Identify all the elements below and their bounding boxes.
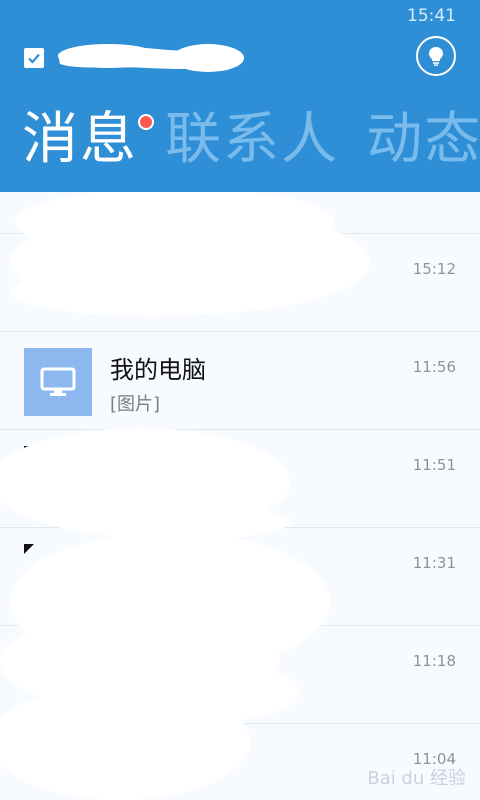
conversation-time: 11:56 [412, 358, 456, 376]
conversation-list: 15:12 我的电脑 [图片] 11:56 11:51 11:31 11:18 … [0, 192, 480, 800]
pivot-tabs: 消息 联系人 动态 [22, 104, 480, 176]
tab-contacts[interactable]: 联系人 [165, 104, 339, 176]
list-item[interactable]: 11:18 [0, 626, 480, 724]
lightbulb-icon [429, 47, 443, 66]
avatar [24, 348, 92, 416]
conversation-name: 我的电脑 [110, 356, 206, 384]
tips-button[interactable] [416, 36, 456, 76]
conversation-time: 15:12 [412, 260, 456, 278]
tab-feeds[interactable]: 动态 [366, 104, 480, 176]
check-icon [24, 48, 44, 68]
account-switcher[interactable] [24, 40, 244, 76]
conversation-time: 11:31 [412, 554, 456, 572]
conversation-preview: [图片] [110, 394, 161, 415]
app-header: 15:41 消息 联系人 动态 [0, 0, 480, 192]
list-item[interactable] [0, 192, 480, 234]
list-item[interactable]: 11:31 [0, 528, 480, 626]
conversation-time: 11:51 [412, 456, 456, 474]
tab-contacts-label: 联系人 [165, 107, 340, 172]
status-bar-time: 15:41 [407, 6, 456, 26]
watermark: Bai du 经验 [367, 768, 466, 789]
list-item[interactable]: 11:51 [0, 430, 480, 528]
unread-badge [138, 114, 154, 130]
avatar-fragment [24, 544, 34, 554]
avatar-fragment [24, 446, 34, 456]
conversation-time: 11:18 [412, 652, 456, 670]
account-name-redaction [58, 44, 244, 72]
list-item[interactable]: 15:12 [0, 234, 480, 332]
list-item-my-computer[interactable]: 我的电脑 [图片] 11:56 [0, 332, 480, 430]
tab-feeds-label: 动态 [366, 107, 480, 172]
monitor-icon [40, 367, 76, 396]
tab-messages[interactable]: 消息 [22, 104, 154, 176]
tab-messages-label: 消息 [22, 107, 138, 172]
